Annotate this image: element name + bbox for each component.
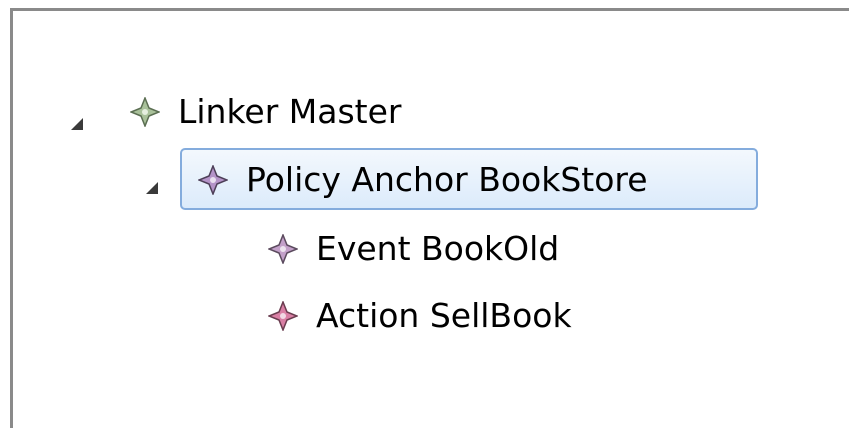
linker-diamond-icon xyxy=(128,95,162,129)
tree-node-action-sellbook[interactable]: Action SellBook xyxy=(266,286,572,344)
tree-node-label: Linker Master xyxy=(178,91,402,131)
expand-toggle-icon[interactable] xyxy=(145,181,159,195)
expand-toggle-icon[interactable] xyxy=(70,117,84,131)
tree-node-label: Action SellBook xyxy=(316,295,572,335)
tree-node-policy-anchor-bookstore[interactable]: Policy Anchor BookStore xyxy=(196,150,648,208)
action-diamond-icon xyxy=(266,299,300,333)
policy-diamond-icon xyxy=(196,163,230,197)
tree-node-linker-master[interactable]: Linker Master xyxy=(128,82,402,140)
tree-node-event-bookold[interactable]: Event BookOld xyxy=(266,219,560,277)
event-diamond-icon xyxy=(266,232,300,266)
tree-view[interactable] xyxy=(10,8,849,428)
tree-node-label: Policy Anchor BookStore xyxy=(246,159,648,199)
tree-node-label: Event BookOld xyxy=(316,228,560,268)
